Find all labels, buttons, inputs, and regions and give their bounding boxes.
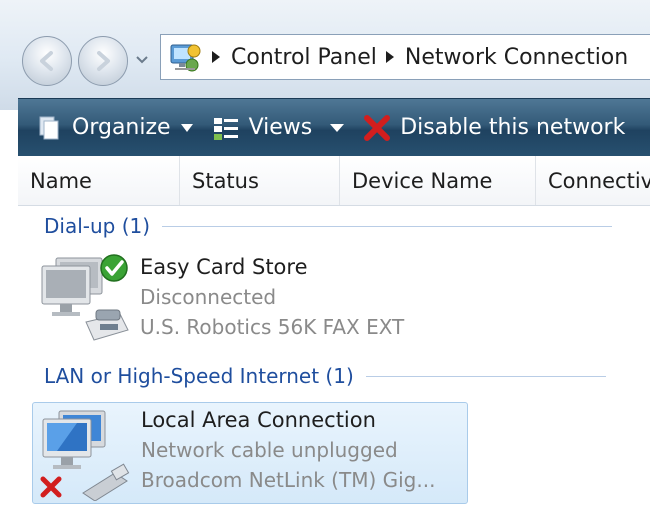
organize-label: Organize [72,115,171,140]
forward-button[interactable] [78,36,128,86]
group-divider [162,225,613,227]
back-button[interactable] [22,36,72,86]
list-item-easy-card-store[interactable]: Easy Card Store Disconnected U.S. Roboti… [32,248,468,350]
group-divider [365,375,606,377]
group-header-dialup[interactable]: Dial-up (1) [44,214,613,238]
item-text: Local Area Connection Network cable unpl… [141,405,435,495]
organize-icon [39,116,59,139]
breadcrumb-arrow-icon [212,51,220,63]
organize-button[interactable]: Organize [34,113,193,143]
column-header-connectivity[interactable]: Connectiv [536,156,650,205]
recent-pages-dropdown[interactable] [134,48,150,72]
group-title: Dial-up (1) [44,214,151,238]
dialup-connected-icon [41,254,129,341]
lan-unplugged-icon [40,410,130,501]
forward-arrow-icon [97,51,110,71]
command-toolbar: Organize Views Disable this network [18,98,650,156]
list-item-local-area-connection[interactable]: Local Area Connection Network cable unpl… [32,402,468,504]
connection-status: Network cable unplugged [141,438,398,462]
red-x-icon [364,114,391,141]
column-header-status[interactable]: Status [180,156,340,205]
disable-network-button[interactable]: Disable this network [362,113,625,143]
item-text: Easy Card Store Disconnected U.S. Roboti… [140,252,404,342]
column-header-device-name[interactable]: Device Name [340,156,536,205]
breadcrumb-control-panel[interactable]: Control Panel [231,45,377,70]
disable-network-label: Disable this network [400,115,626,140]
column-headers: Name Status Device Name Connectiv [18,156,650,206]
connection-status: Disconnected [140,285,277,309]
connections-list: Dial-up (1) Easy Card Store Disconnected… [18,206,650,520]
address-input[interactable]: Control Panel Network Connection [160,34,650,80]
connection-name: Local Area Connection [141,408,376,432]
connection-device: U.S. Robotics 56K FAX EXT [140,315,405,339]
control-panel-icon [170,44,201,72]
breadcrumb-arrow-icon[interactable] [385,50,395,64]
back-arrow-icon [40,51,53,71]
views-label: Views [248,115,313,140]
column-header-name[interactable]: Name [18,156,180,205]
connection-device: Broadcom NetLink (TM) Gig... [141,468,436,492]
group-header-lan[interactable]: LAN or High-Speed Internet (1) [44,364,606,388]
dropdown-arrow-icon [180,123,193,132]
address-bar-area: Control Panel Network Connection [0,0,650,110]
connection-name: Easy Card Store [140,255,308,279]
group-title: LAN or High-Speed Internet (1) [44,364,354,388]
views-icon [213,117,238,140]
chevron-down-icon [136,56,148,64]
views-dropdown-arrow-icon[interactable] [330,123,345,133]
views-button[interactable]: Views [211,113,313,143]
breadcrumb-network-connections[interactable]: Network Connection [405,45,628,70]
